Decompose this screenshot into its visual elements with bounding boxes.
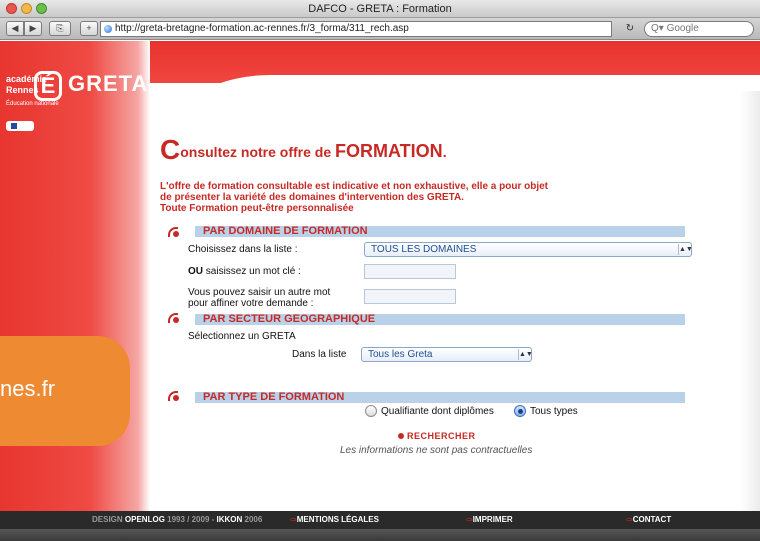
address-bar[interactable]: http://greta-bretagne-formation.ac-renne… bbox=[100, 21, 612, 37]
window-titlebar: DAFCO - GRETA : Formation bbox=[0, 0, 760, 18]
print-link[interactable]: IMPRIMER bbox=[466, 515, 513, 524]
right-shade bbox=[740, 91, 760, 531]
print-button[interactable]: ⎘ bbox=[49, 21, 71, 36]
section-secteur-title: PAR SECTEUR GEOGRAPHIQUE bbox=[203, 313, 376, 325]
domain-select[interactable]: TOUS LES DOMAINES ▲▼ bbox=[364, 242, 693, 257]
other-keyword-label: Vous pouvez saisir un autre mot pour aff… bbox=[188, 287, 331, 309]
keyword-label: OU saisissez un mot clé : bbox=[188, 266, 301, 277]
logo-greta: GRETA bbox=[68, 71, 149, 96]
logo-e-mark: É bbox=[34, 71, 62, 101]
section-domaine: PAR DOMAINE DE FORMATION bbox=[195, 225, 685, 237]
globe-icon bbox=[104, 25, 112, 33]
disclaimer-text: Les informations ne sont pas contractuel… bbox=[340, 445, 533, 456]
greta-logo[interactable]: académie Rennes É GRETA Éducation nation… bbox=[4, 71, 147, 151]
radio-tous-types-label: Tous types bbox=[530, 406, 578, 417]
search-button[interactable]: RECHERCHER bbox=[398, 431, 476, 441]
window-title: DAFCO - GRETA : Formation bbox=[308, 3, 452, 15]
contact-link[interactable]: CONTACT bbox=[626, 515, 672, 524]
reload-icon[interactable]: ↻ bbox=[618, 21, 642, 37]
list-label: Dans la liste bbox=[292, 349, 347, 360]
footer-strip bbox=[0, 529, 760, 541]
section-domaine-title: PAR DOMAINE DE FORMATION bbox=[203, 225, 368, 237]
keyword-input[interactable] bbox=[364, 264, 456, 279]
section-type-title: PAR TYPE DE FORMATION bbox=[203, 391, 345, 403]
other-keyword-input[interactable] bbox=[364, 289, 456, 304]
mentions-legales-link[interactable]: MENTIONS LÉGALES bbox=[290, 515, 379, 524]
footer-credit: DESIGN OPENLOG 1993 / 2009 - IKKON 2006 bbox=[92, 515, 263, 524]
web-page: académie Rennes É GRETA Éducation nation… bbox=[0, 41, 760, 541]
url-overlay-badge: nes.fr bbox=[0, 336, 130, 446]
footer: DESIGN OPENLOG 1993 / 2009 - IKKON 2006 … bbox=[0, 511, 760, 541]
greta-select[interactable]: Tous les Greta ▲▼ bbox=[361, 347, 533, 362]
choose-domain-label: Choisissez dans la liste : bbox=[188, 244, 298, 255]
select-greta-label: Sélectionnez un GRETA bbox=[188, 331, 296, 342]
radio-qualifiante[interactable] bbox=[365, 405, 377, 417]
section-bullet-icon bbox=[168, 225, 180, 237]
section-secteur: PAR SECTEUR GEOGRAPHIQUE bbox=[195, 313, 685, 325]
flag-icon bbox=[6, 121, 34, 131]
page-title: Consultez notre offre de FORMATION. bbox=[160, 134, 447, 165]
section-bullet-icon bbox=[168, 311, 180, 323]
back-button[interactable]: ◀ bbox=[6, 21, 24, 36]
overlay-text: nes.fr bbox=[0, 376, 56, 401]
section-bullet-icon bbox=[168, 389, 180, 401]
forward-button[interactable]: ▶ bbox=[24, 21, 42, 36]
select-arrows-icon: ▲▼ bbox=[518, 349, 533, 360]
add-bookmark-button[interactable]: + bbox=[80, 21, 98, 36]
intro-text: L'offre de formation consultable est ind… bbox=[160, 181, 549, 214]
browser-toolbar: ◀ ▶ ⎘ + http://greta-bretagne-formation.… bbox=[0, 18, 760, 40]
radio-tous-types[interactable] bbox=[514, 405, 526, 417]
section-type: PAR TYPE DE FORMATION bbox=[195, 391, 685, 403]
radio-qualifiante-label: Qualifiante dont diplômes bbox=[381, 406, 494, 417]
logo-education: Éducation nationale bbox=[6, 101, 59, 107]
url-text: http://greta-bretagne-formation.ac-renne… bbox=[115, 23, 409, 34]
select-arrows-icon: ▲▼ bbox=[678, 244, 693, 255]
search-field[interactable]: Q▾ Google bbox=[644, 21, 754, 37]
